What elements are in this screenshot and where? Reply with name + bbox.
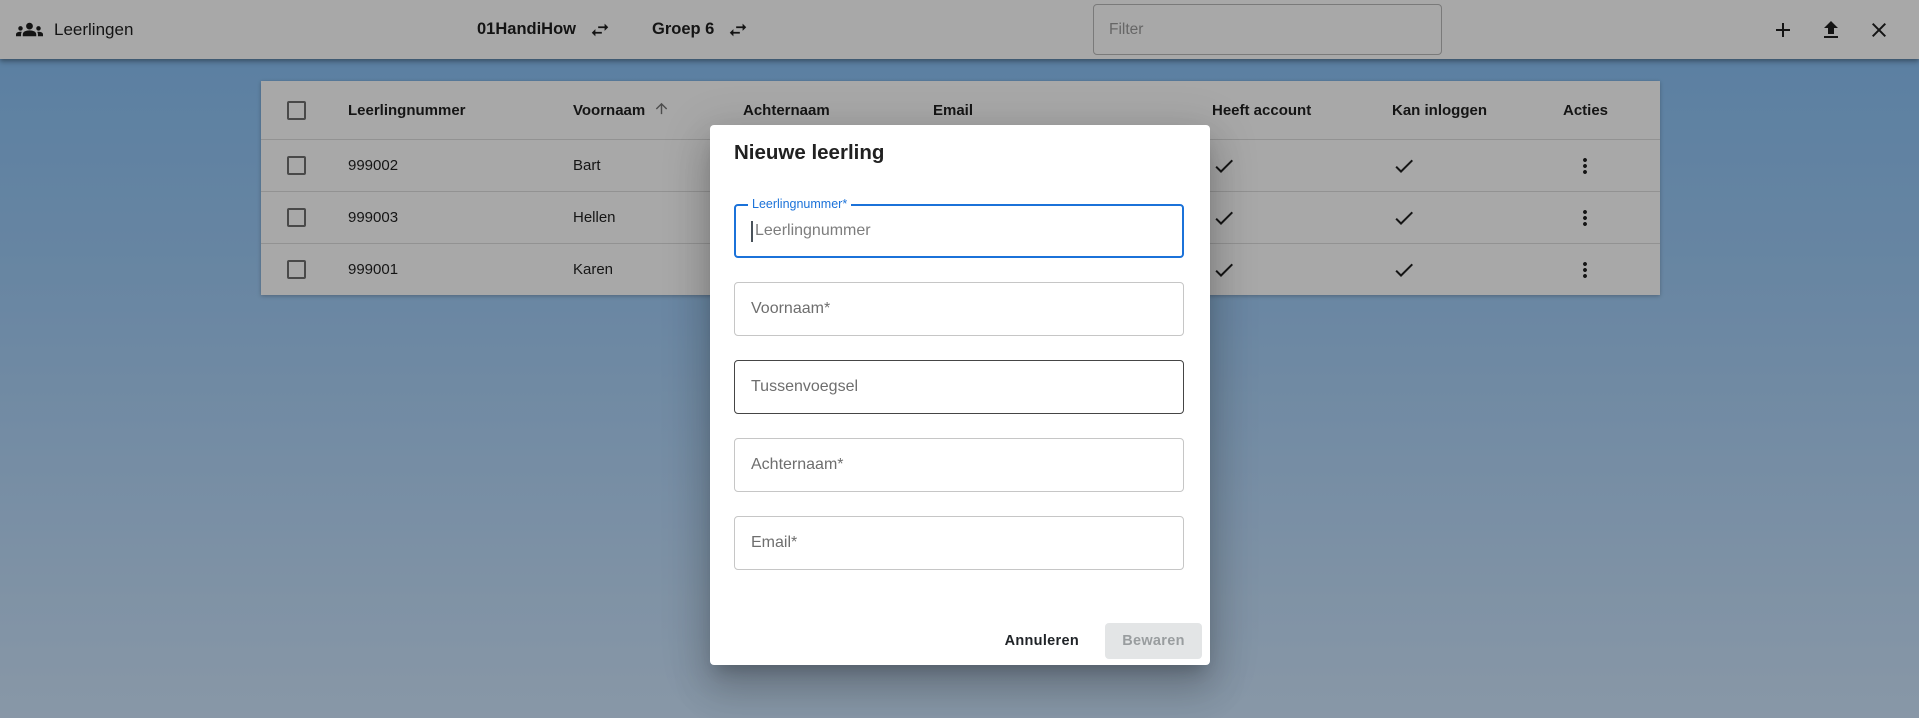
save-button[interactable]: Bewaren — [1105, 623, 1202, 659]
leerlingnummer-field-placeholder: Leerlingnummer — [755, 222, 871, 240]
tussenvoegsel-field-label: Tussenvoegsel — [751, 378, 858, 396]
new-student-dialog: Nieuwe leerling Leerlingnummer* Leerling… — [710, 125, 1210, 665]
tussenvoegsel-field[interactable]: Tussenvoegsel — [734, 360, 1184, 414]
dialog-actions: Annuleren Bewaren — [997, 623, 1202, 659]
dialog-title: Nieuwe leerling — [734, 139, 884, 167]
achternaam-field-label: Achternaam* — [751, 456, 844, 474]
voornaam-field[interactable]: Voornaam* — [734, 282, 1184, 336]
dialog-form: Leerlingnummer* Leerlingnummer Voornaam*… — [734, 204, 1184, 594]
leerlingnummer-field-label: Leerlingnummer* — [748, 197, 851, 211]
text-cursor — [751, 221, 753, 242]
email-field[interactable]: Email* — [734, 516, 1184, 570]
leerlingnummer-field[interactable]: Leerlingnummer* Leerlingnummer — [734, 204, 1184, 258]
voornaam-field-label: Voornaam* — [751, 300, 830, 318]
email-field-label: Email* — [751, 534, 797, 552]
achternaam-field[interactable]: Achternaam* — [734, 438, 1184, 492]
cancel-button[interactable]: Annuleren — [997, 623, 1087, 659]
